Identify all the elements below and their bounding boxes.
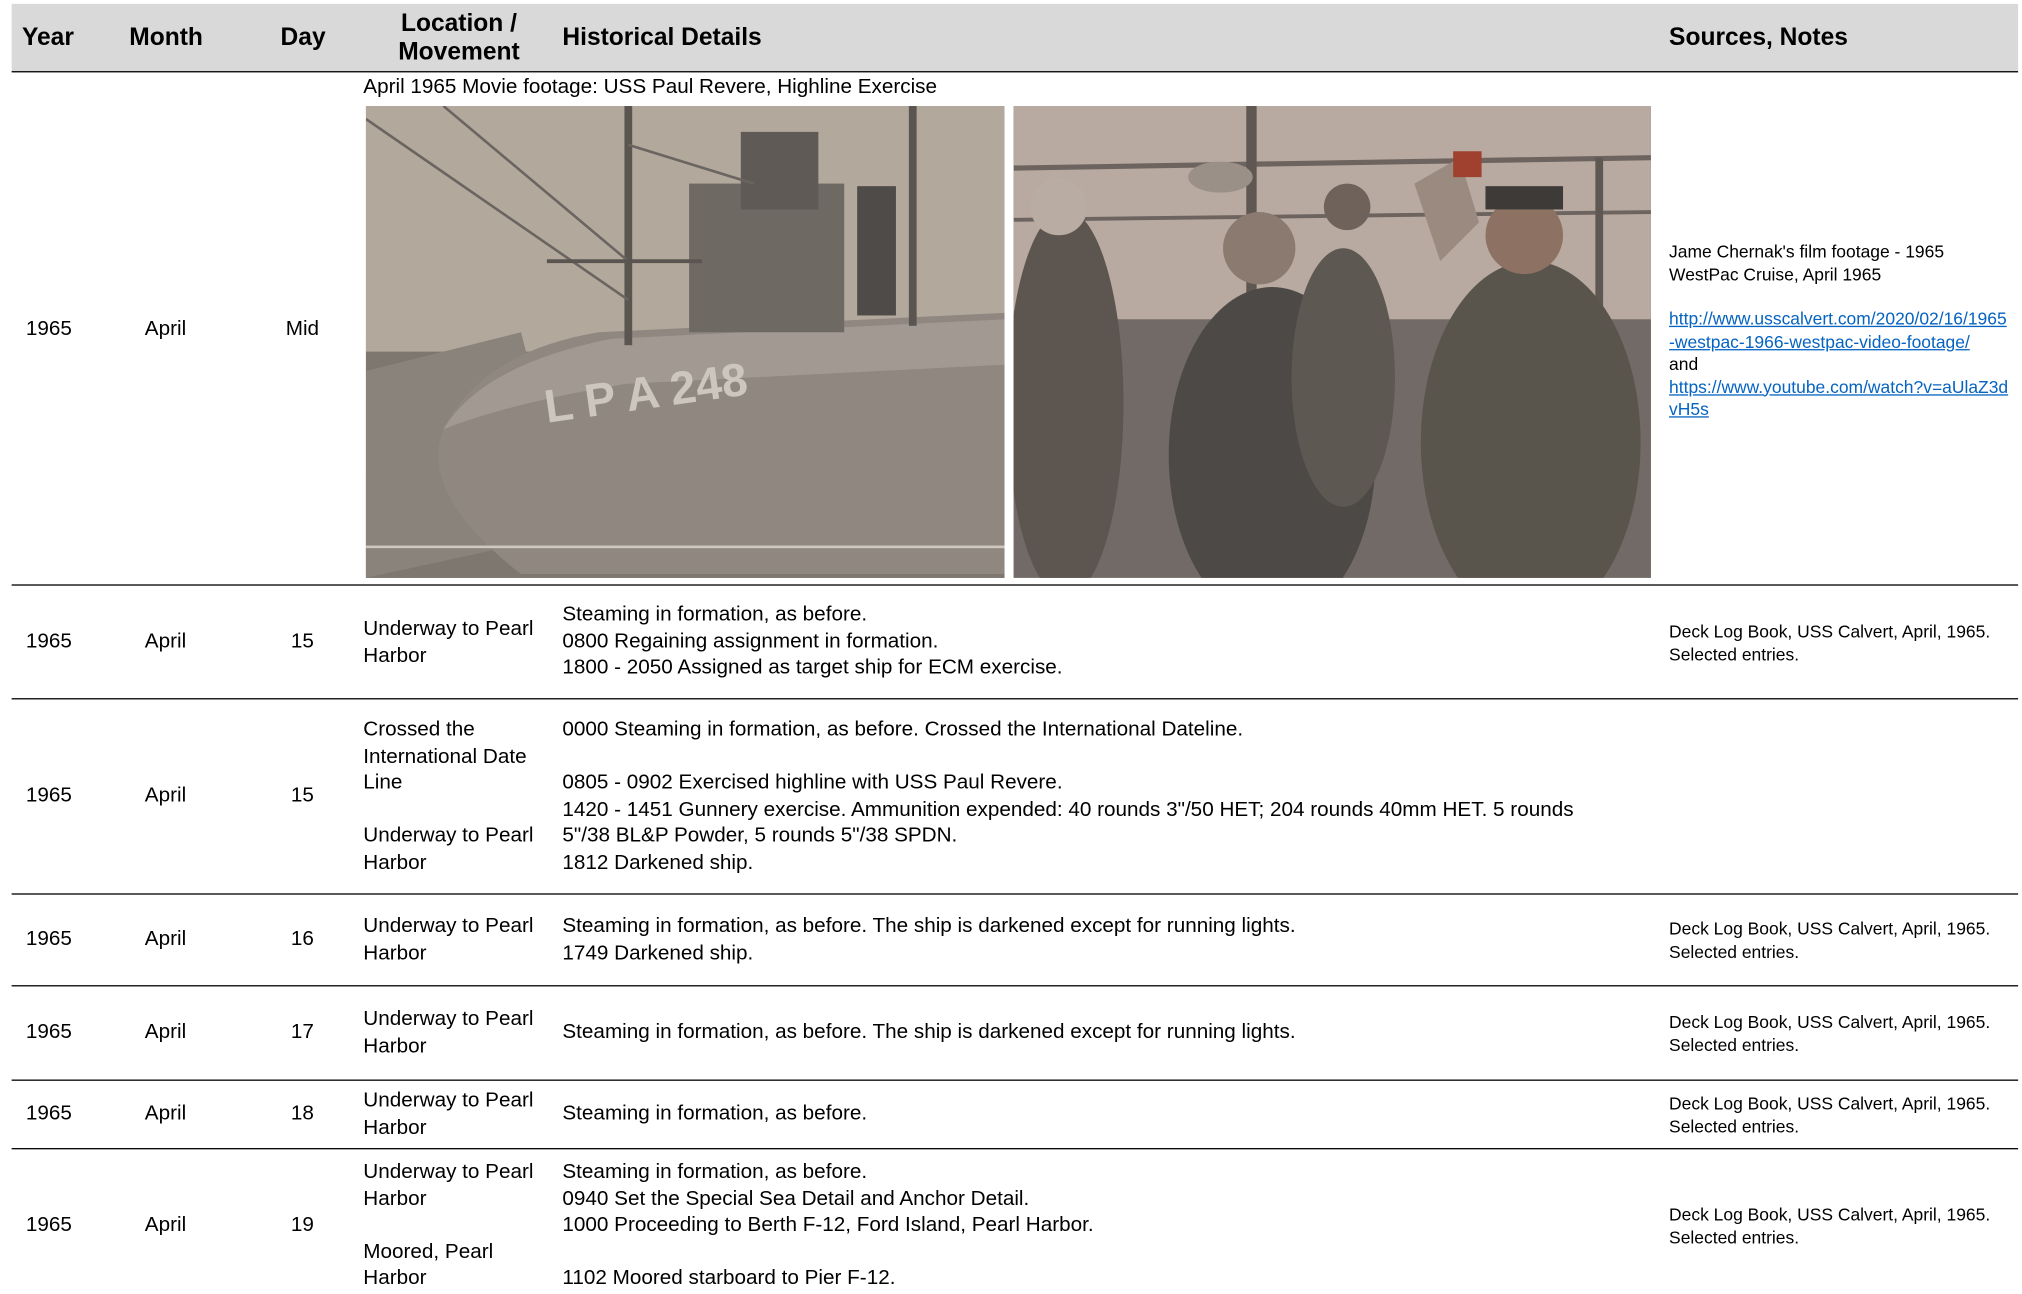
row-details: Steaming in formation, as before. 0940 S… bbox=[562, 1160, 1094, 1289]
row-divider bbox=[11, 893, 2019, 895]
row-location: Underway to Pearl Harbor bbox=[363, 617, 534, 667]
row-source: Deck Log Book, USS Calvert, April, 1965.… bbox=[1669, 1012, 1991, 1055]
row-divider bbox=[11, 698, 2019, 700]
crew-illustration bbox=[1013, 106, 1651, 578]
row-year: 1965 bbox=[25, 630, 72, 653]
row-month: April bbox=[144, 1213, 187, 1236]
media-source-links: http://www.usscalvert.com/2020/02/16/196… bbox=[1669, 308, 2010, 421]
row-divider bbox=[11, 985, 2019, 987]
row-details: Steaming in formation, as before. bbox=[562, 1102, 868, 1125]
row-details: Steaming in formation, as before. The sh… bbox=[562, 1021, 1296, 1044]
row-location: Crossed the International Date Line Unde… bbox=[363, 718, 534, 874]
row-year: 1965 bbox=[25, 1213, 72, 1236]
row-details: Steaming in formation, as before. 0800 R… bbox=[562, 603, 1063, 679]
header-location: Location / Movement bbox=[398, 10, 520, 66]
log-sheet: Year Month Day Location / Movement Histo… bbox=[0, 0, 2022, 1293]
row-year: 1965 bbox=[25, 784, 72, 807]
row-month: April bbox=[144, 928, 187, 951]
row-divider bbox=[11, 584, 2019, 586]
row-location: Underway to Pearl Harbor bbox=[363, 915, 534, 964]
media-row-month: April bbox=[144, 318, 187, 341]
row-month: April bbox=[144, 784, 187, 807]
row-month: April bbox=[144, 1102, 187, 1125]
row-divider bbox=[11, 1079, 2019, 1081]
and-text: and bbox=[1669, 354, 1699, 374]
row-location: Underway to Pearl Harbor bbox=[363, 1089, 534, 1139]
row-divider bbox=[11, 1148, 2019, 1150]
youtube-link[interactable]: https://www.youtube.com/watch?v=aUlaZ3dv… bbox=[1669, 376, 2010, 421]
row-day: 16 bbox=[290, 928, 314, 951]
header-year: Year bbox=[21, 24, 74, 52]
footage-link[interactable]: http://www.usscalvert.com/2020/02/16/196… bbox=[1669, 308, 2010, 353]
row-source: Deck Log Book, USS Calvert, April, 1965.… bbox=[1669, 919, 1991, 962]
row-details: Steaming in formation, as before. The sh… bbox=[562, 915, 1296, 964]
row-day: 18 bbox=[290, 1102, 314, 1125]
row-day: 19 bbox=[290, 1213, 314, 1236]
media-row-year: 1965 bbox=[25, 318, 72, 341]
row-source: Deck Log Book, USS Calvert, April, 1965.… bbox=[1669, 621, 1991, 664]
row-year: 1965 bbox=[25, 1102, 72, 1125]
media-row-day: Mid bbox=[285, 318, 320, 341]
media-caption: April 1965 Movie footage: USS Paul Rever… bbox=[363, 76, 938, 99]
ship-film-still: L P A 248 bbox=[365, 106, 1005, 578]
header-day: Day bbox=[280, 24, 326, 52]
ship-illustration: L P A 248 bbox=[365, 106, 1005, 578]
row-location: Underway to Pearl Harbor Moored, Pearl H… bbox=[363, 1160, 534, 1289]
row-details: 0000 Steaming in formation, as before. C… bbox=[562, 718, 1574, 874]
row-location: Underway to Pearl Harbor bbox=[363, 1008, 534, 1057]
row-day: 15 bbox=[290, 630, 314, 653]
header-details: Historical Details bbox=[562, 24, 762, 52]
row-source: Deck Log Book, USS Calvert, April, 1965.… bbox=[1669, 1204, 1991, 1247]
media-source-note: Jame Chernak's film footage - 1965 WestP… bbox=[1669, 241, 1945, 284]
row-month: April bbox=[144, 630, 187, 653]
crew-film-still bbox=[1013, 106, 1651, 578]
row-source: Deck Log Book, USS Calvert, April, 1965.… bbox=[1669, 1093, 1991, 1136]
row-year: 1965 bbox=[25, 1021, 72, 1044]
row-year: 1965 bbox=[25, 928, 72, 951]
row-month: April bbox=[144, 1021, 187, 1044]
row-day: 17 bbox=[290, 1021, 314, 1044]
row-day: 15 bbox=[290, 784, 314, 807]
header-month: Month bbox=[129, 24, 203, 52]
header-sources: Sources, Notes bbox=[1669, 24, 1848, 52]
